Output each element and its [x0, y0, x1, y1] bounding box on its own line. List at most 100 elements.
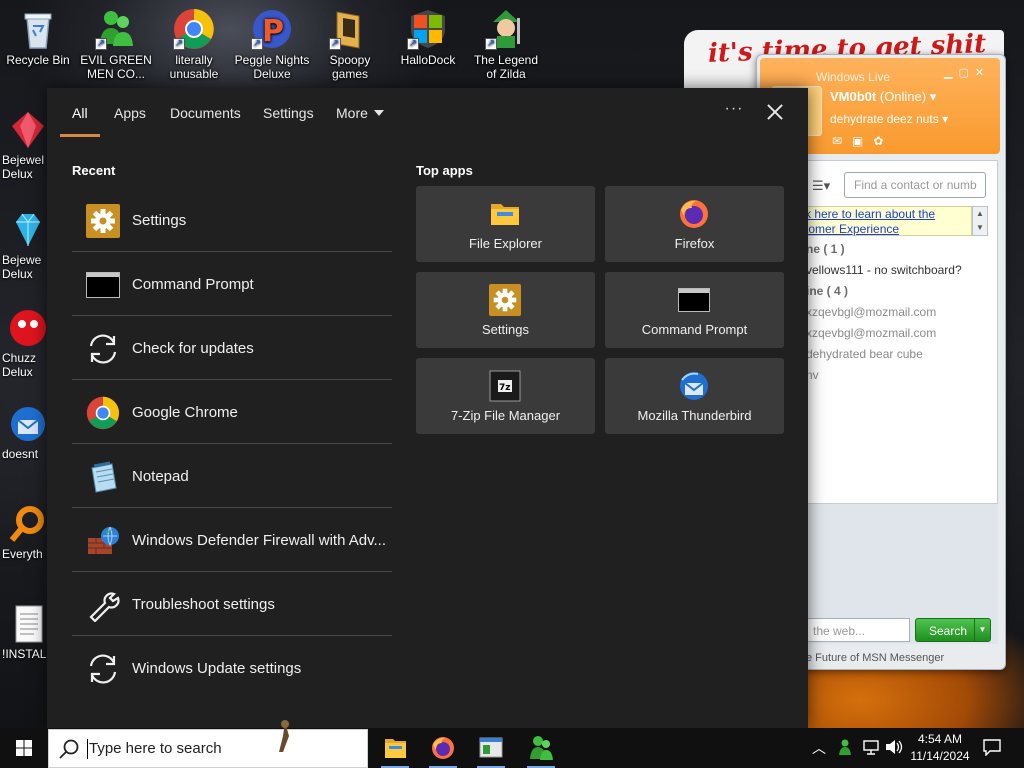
shortcut-arrow-icon: ↗: [329, 38, 341, 50]
active-tab-indicator: [60, 134, 100, 137]
tab-more[interactable]: More: [336, 105, 384, 121]
desktop-icon-label: doesnt: [2, 447, 39, 461]
top-app-label: Settings: [482, 322, 529, 337]
recent-item-label: Troubleshoot settings: [132, 596, 275, 613]
desktop-icon-hallodock[interactable]: ↗ HalloDock: [390, 4, 466, 67]
recent-item-windows-update[interactable]: Windows Update settings: [72, 636, 392, 700]
top-app-command-prompt[interactable]: Command Prompt: [605, 272, 784, 348]
taskbar-app-file-explorer[interactable]: [372, 732, 418, 768]
desktop-icon-bejeweled-2[interactable]: Bejewe Delux: [2, 210, 50, 281]
info-scrollbar[interactable]: ▲ ▼: [972, 206, 988, 236]
recent-item-label: Notepad: [132, 468, 189, 485]
contact-item[interactable]: xzqevbgl@mozmail.com: [806, 305, 936, 319]
recent-item-troubleshoot[interactable]: Troubleshoot settings: [72, 572, 392, 636]
desktop-icon-legend-of-zilda[interactable]: ↗ The Legend of Zilda: [468, 4, 544, 81]
close-button[interactable]: [763, 100, 787, 124]
firefox-icon: [432, 737, 454, 759]
text-file-icon: [8, 604, 48, 644]
firefox-icon: [678, 198, 710, 230]
taskbar-app-messenger[interactable]: [518, 732, 564, 768]
folder-icon: ↗: [329, 8, 371, 50]
top-app-settings[interactable]: Settings: [416, 272, 595, 348]
messenger-tray-icon[interactable]: [838, 738, 856, 756]
network-icon[interactable]: [862, 738, 880, 756]
desktop-icon-peggle-nights[interactable]: P ↗ Peggle Nights Deluxe: [234, 4, 310, 81]
gear-icon: [489, 284, 521, 316]
taskbar-clock[interactable]: 4:54 AM 11/14/2024: [908, 731, 972, 765]
top-app-label: Command Prompt: [641, 322, 748, 337]
taskbar-app-window[interactable]: [468, 732, 514, 768]
web-search-input[interactable]: the web...: [806, 618, 910, 642]
start-button[interactable]: [0, 728, 48, 768]
tab-all[interactable]: All: [72, 105, 88, 121]
desktop-icon-bejeweled-1[interactable]: Bejewel Delux: [2, 110, 50, 181]
folder-icon: [385, 739, 406, 758]
clock-time: 4:54 AM: [917, 732, 963, 746]
more-options-button[interactable]: ···: [723, 100, 745, 122]
chevron-up-icon[interactable]: ︿: [812, 738, 826, 758]
search-flyout: All Apps Documents Settings More ··· Rec…: [47, 88, 808, 728]
shortcut-arrow-icon: ↗: [407, 38, 419, 50]
recent-item-firewall[interactable]: Windows Defender Firewall with Adv...: [72, 508, 392, 572]
tab-more-label: More: [336, 105, 368, 121]
clock-date: 11/14/2024: [910, 749, 970, 763]
desktop-icon-label: HalloDock: [400, 53, 456, 67]
tab-documents[interactable]: Documents: [170, 105, 241, 121]
chevron-down-icon: [373, 110, 384, 116]
desktop-icon-everything[interactable]: Everyth: [2, 504, 50, 561]
top-app-thunderbird[interactable]: Mozilla Thunderbird: [605, 358, 784, 434]
desktop-icon-label: Peggle Nights Deluxe: [234, 53, 310, 81]
chevron-down-icon[interactable]: ▼: [974, 619, 990, 641]
desktop-icon-literally-unusable[interactable]: ↗ literally unusable: [156, 4, 232, 81]
desktop-icon-doesnt[interactable]: doesnt: [2, 404, 50, 461]
taskbar-search-input[interactable]: Type here to search: [48, 720, 368, 768]
gear-icon: [86, 204, 120, 238]
contact-group-header[interactable]: ine ( 4 ): [806, 284, 848, 298]
recent-item-label: Check for updates: [132, 340, 254, 357]
recent-item-settings[interactable]: Settings: [72, 188, 392, 252]
desktop-icon-label: Delux: [2, 365, 33, 379]
messenger-personal-message[interactable]: dehydrate deez nuts ▾: [830, 112, 948, 126]
recent-item-command-prompt[interactable]: Command Prompt: [72, 252, 392, 316]
desktop-icon-label: The Legend of Zilda: [473, 53, 539, 81]
search-button-label: Search: [929, 624, 968, 638]
recent-item-check-updates[interactable]: Check for updates: [72, 316, 392, 380]
top-app-firefox[interactable]: Firefox: [605, 186, 784, 262]
search-icon: [59, 739, 79, 759]
notification-center-icon[interactable]: [982, 738, 1002, 756]
desktop-icon-recycle-bin[interactable]: Recycle Bin: [0, 4, 76, 67]
recent-item-google-chrome[interactable]: Google Chrome: [72, 380, 392, 444]
web-search-button[interactable]: Search ▼: [915, 618, 991, 642]
taskbar-app-firefox[interactable]: [420, 732, 466, 768]
messenger-window-controls[interactable]: ▁▢✕: [944, 66, 990, 79]
recycle-bin-icon: [17, 8, 59, 50]
tab-apps[interactable]: Apps: [114, 105, 146, 121]
diamond-gem-icon: [8, 210, 48, 250]
contact-group-header[interactable]: ne ( 1 ): [806, 242, 845, 256]
messenger-footer-text[interactable]: e Future of MSN Messenger: [806, 652, 944, 664]
contact-item[interactable]: dehydrated bear cube: [806, 347, 923, 361]
recent-item-label: Windows Update settings: [132, 660, 302, 677]
messenger-info-link[interactable]: k here to learn about the tomer Experien…: [800, 206, 972, 236]
desktop-icon-chuzzle[interactable]: Chuzz Delux: [2, 308, 50, 379]
contact-item[interactable]: xzqevbgl@mozmail.com: [806, 326, 936, 340]
magnifier-icon: [8, 504, 48, 544]
contact-search-input[interactable]: Find a contact or numb: [844, 172, 986, 198]
desktop-icon-spoopy-games[interactable]: ↗ Spoopy games: [312, 4, 388, 81]
window-app-icon: [479, 737, 503, 758]
top-app-file-explorer[interactable]: File Explorer: [416, 186, 595, 262]
desktop-icon-install[interactable]: !INSTALL: [2, 604, 50, 661]
tab-settings[interactable]: Settings: [263, 105, 314, 121]
list-view-icon[interactable]: ☰▾: [812, 178, 830, 194]
volume-icon[interactable]: [884, 738, 904, 756]
svg-text:P: P: [262, 14, 284, 49]
desktop-icon-evil-green-men[interactable]: ↗ EVIL GREEN MEN CO...: [78, 4, 154, 81]
contact-item[interactable]: vellows111 - no switchboard?: [806, 263, 962, 277]
messenger-toolbar-icons[interactable]: ✉▣✿: [832, 134, 893, 148]
recent-item-notepad[interactable]: Notepad: [72, 444, 392, 508]
messenger-user[interactable]: VM0b0t (Online) ▾: [830, 89, 936, 105]
search-tabs: All Apps Documents Settings More ···: [47, 88, 808, 138]
desktop-icon-label: EVIL GREEN MEN CO...: [80, 53, 152, 81]
top-app-7zip[interactable]: 7z 7-Zip File Manager: [416, 358, 595, 434]
top-app-label: Mozilla Thunderbird: [637, 408, 752, 423]
